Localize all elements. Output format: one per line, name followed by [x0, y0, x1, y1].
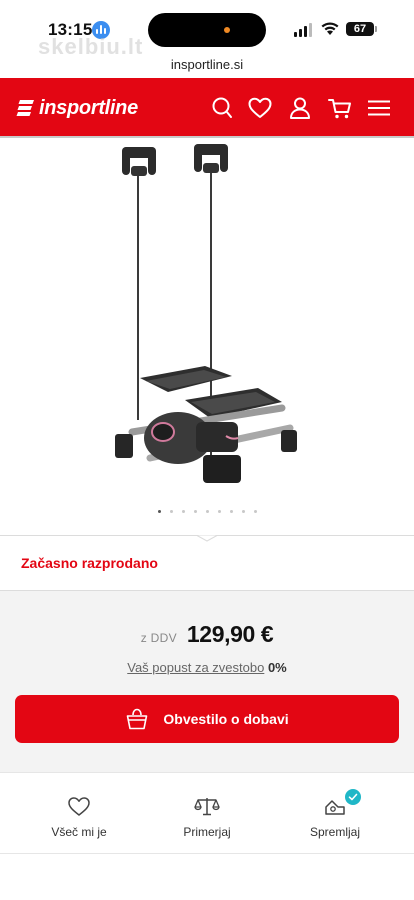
- heart-icon: [68, 797, 90, 816]
- notify-availability-button[interactable]: Obvestilo o dobavi: [15, 695, 399, 743]
- wifi-icon: [321, 22, 339, 35]
- loyalty-discount: Vaš popust za zvestobo 0%: [0, 660, 414, 675]
- gallery-dot[interactable]: [229, 510, 233, 513]
- user-icon[interactable]: [287, 95, 313, 121]
- heart-icon[interactable]: [247, 95, 273, 121]
- check-badge-icon: [345, 789, 361, 805]
- gallery-dot[interactable]: [253, 510, 257, 513]
- signal-icon: [294, 23, 314, 37]
- logo[interactable]: insportline: [16, 97, 138, 119]
- battery-indicator: 67: [346, 22, 377, 36]
- price-panel: z DDV 129,90 € Vaš popust za zvestobo 0%…: [0, 590, 414, 772]
- gallery-dot[interactable]: [217, 510, 221, 513]
- logo-mark-icon: [16, 100, 34, 116]
- product-image[interactable]: [0, 140, 414, 500]
- notify-button-label: Obvestilo o dobavi: [163, 711, 289, 727]
- scales-icon: [194, 798, 220, 816]
- menu-icon[interactable]: [366, 95, 392, 121]
- product-actions: Všeč mi je Primerjaj Spremljaj: [0, 772, 414, 854]
- product-price: 129,90 €: [186, 621, 274, 647]
- vat-label: z DDV: [140, 631, 177, 645]
- gallery-dot[interactable]: [205, 510, 209, 513]
- price-row: z DDV 129,90 €: [0, 621, 414, 648]
- search-icon[interactable]: [208, 95, 234, 121]
- address-bar[interactable]: insportline.si: [0, 57, 414, 72]
- cart-icon[interactable]: [327, 95, 353, 121]
- site-header: insportline: [0, 78, 414, 138]
- loyalty-discount-value: 0%: [267, 660, 287, 675]
- gallery-dot[interactable]: [193, 510, 197, 513]
- basket-icon: [127, 708, 148, 730]
- loyalty-discount-link[interactable]: Vaš popust za zvestobo: [127, 660, 264, 675]
- follow-button[interactable]: Spremljaj: [285, 789, 385, 841]
- like-button[interactable]: Všeč mi je: [29, 795, 129, 841]
- gallery-dot[interactable]: [241, 510, 245, 513]
- price-watch-icon: [325, 800, 345, 815]
- privacy-indicator-icon: [224, 27, 230, 33]
- gallery-dot[interactable]: [181, 510, 185, 513]
- gallery-dot[interactable]: [157, 510, 161, 513]
- like-label: Všeč mi je: [51, 825, 107, 839]
- compare-label: Primerjaj: [183, 825, 231, 839]
- follow-label: Spremljaj: [309, 825, 360, 839]
- compare-button[interactable]: Primerjaj: [157, 795, 257, 841]
- dynamic-island: [148, 13, 266, 47]
- gallery-pagination[interactable]: [0, 510, 414, 513]
- divider-notch: [197, 530, 217, 542]
- logo-text: insportline: [39, 96, 138, 119]
- stock-status: Začasno razprodano: [21, 555, 158, 571]
- status-bar: 13:15 skelbiu.lt 67 insportline.si: [0, 0, 414, 72]
- gallery-dot[interactable]: [169, 510, 173, 513]
